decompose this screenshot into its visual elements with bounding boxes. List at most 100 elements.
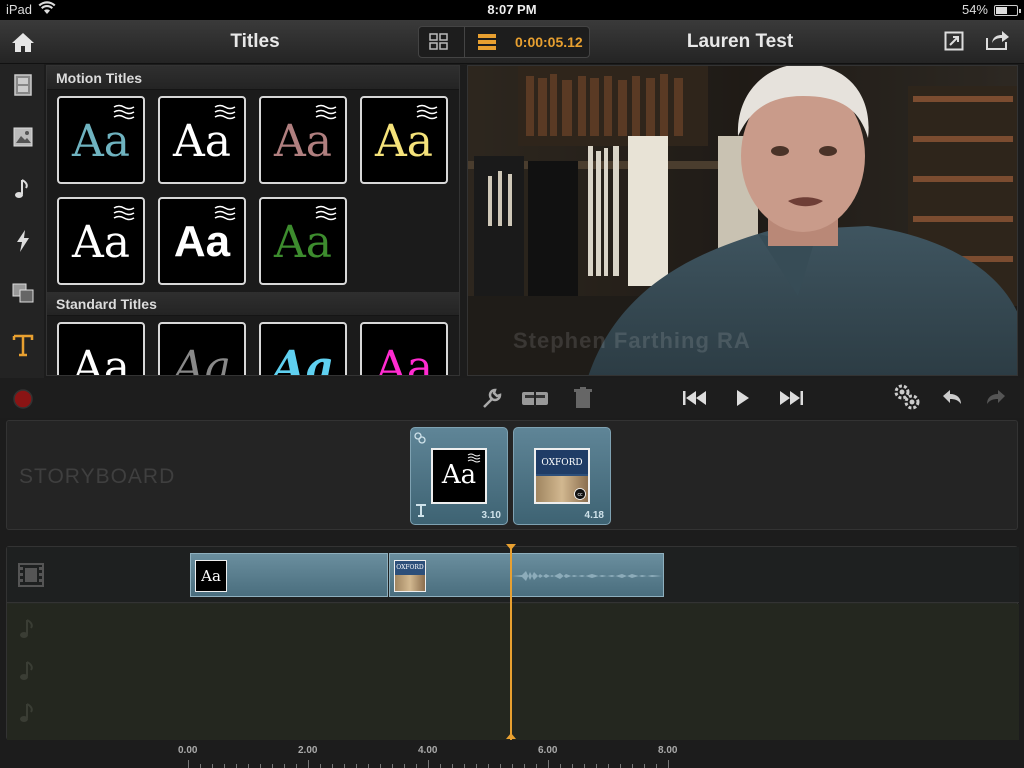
ruler-tick	[644, 764, 645, 768]
timeline-clip-photo[interactable]: OXFORD	[389, 553, 664, 597]
film-icon[interactable]	[10, 72, 36, 98]
panel-title: Titles	[230, 31, 280, 52]
ruler-tick	[404, 764, 405, 768]
music-icon[interactable]	[10, 176, 36, 202]
skip-forward-icon[interactable]	[776, 386, 806, 410]
storyboard: STORYBOARD Aa 3.10 OXFORD cc 4.18	[6, 420, 1018, 530]
motion-title-thumb[interactable]: Aa	[57, 197, 145, 285]
ruler-label: 4.00	[418, 745, 438, 756]
motion-title-thumb[interactable]: Aa	[259, 96, 347, 184]
play-icon[interactable]	[730, 386, 756, 410]
timeline-view-icon[interactable]	[478, 34, 496, 50]
ruler-tick	[548, 760, 549, 768]
ruler-tick	[656, 764, 657, 768]
clip-thumb-text: Aa	[441, 460, 477, 490]
ruler-tick	[200, 764, 201, 768]
motion-title-thumb[interactable]: Aa	[57, 96, 145, 184]
ruler-tick	[188, 760, 189, 768]
ruler-label: 0.00	[178, 745, 198, 756]
ruler-tick	[296, 764, 297, 768]
ruler-tick	[320, 764, 321, 768]
ruler-tick	[356, 764, 357, 768]
standard-title-thumb[interactable]: Aa	[360, 322, 448, 375]
ruler-tick	[284, 764, 285, 768]
share-icon[interactable]	[984, 29, 1010, 51]
transition-icon[interactable]	[10, 228, 36, 254]
motion-title-thumb[interactable]: Aa	[360, 96, 448, 184]
storyboard-label: STORYBOARD	[19, 465, 176, 488]
trash-icon[interactable]	[572, 386, 598, 410]
wrench-icon[interactable]	[480, 386, 506, 410]
photo-icon[interactable]	[10, 124, 36, 150]
ruler-tick	[428, 760, 429, 768]
ruler-tick	[596, 764, 597, 768]
grid-view-icon[interactable]	[429, 33, 449, 51]
ruler-tick	[668, 760, 669, 768]
standard-title-thumb[interactable]: Aa	[158, 322, 246, 376]
ruler-tick	[536, 764, 537, 768]
timeline: Aa OXFORD	[6, 546, 1019, 740]
settings-icon[interactable]	[892, 382, 922, 410]
title-sample-text: Aa	[172, 116, 231, 167]
ruler-tick	[560, 764, 561, 768]
undo-icon[interactable]	[940, 386, 966, 410]
view-switcher: 0:00:05.12	[418, 26, 590, 58]
title-sample-text: Aa	[71, 342, 130, 376]
ruler-tick	[260, 764, 261, 768]
motion-title-thumb[interactable]: Aa	[158, 96, 246, 184]
ruler-tick	[464, 764, 465, 768]
time-ruler: 0.00 2.00 4.00 6.00 8.00	[0, 742, 1024, 768]
video-preview[interactable]: Stephen Farthing RA	[467, 65, 1018, 376]
video-track-icon	[17, 561, 45, 594]
ruler-tick	[512, 764, 513, 768]
ruler-tick	[392, 764, 393, 768]
clip-duration: 3.10	[481, 510, 501, 521]
standard-title-thumb[interactable]: Aa	[259, 322, 347, 376]
ruler-tick	[476, 764, 477, 768]
video-track: Aa OXFORD	[7, 547, 1019, 603]
redo-icon[interactable]	[984, 386, 1010, 410]
pip-icon[interactable]	[10, 280, 36, 306]
clip-thumbnail: Aa	[195, 560, 227, 592]
title-sample-text: Aa	[173, 217, 231, 266]
skip-back-icon[interactable]	[680, 386, 710, 410]
title-sample-text: Aa	[172, 342, 231, 376]
motion-titles-header: Motion Titles	[47, 66, 459, 90]
motion-title-thumb[interactable]: Aa	[158, 197, 246, 285]
ruler-tick	[224, 764, 225, 768]
clip-settings-icon[interactable]	[414, 431, 426, 449]
clip-thumbnail: Aa	[431, 448, 487, 504]
timecode-display: 0:00:05.12	[515, 34, 583, 50]
fullscreen-icon[interactable]	[944, 31, 964, 51]
title-sample-text: Aa	[271, 342, 335, 376]
project-name: Lauren Test	[686, 31, 794, 52]
storyboard-clip-title[interactable]: Aa 3.10	[410, 427, 508, 525]
split-clip-icon[interactable]	[520, 386, 550, 410]
ruler-tick	[308, 760, 309, 768]
ruler-tick	[584, 764, 585, 768]
title-icon[interactable]	[10, 332, 36, 358]
ruler-label: 6.00	[538, 745, 558, 756]
title-sample-text: Aa	[71, 217, 130, 268]
playhead-handle-bottom[interactable]	[506, 733, 516, 739]
standard-title-thumb[interactable]: Aa	[57, 322, 145, 376]
timeline-clip-title[interactable]: Aa	[190, 553, 388, 597]
home-icon[interactable]	[10, 30, 36, 54]
svg-text:cc: cc	[578, 492, 584, 498]
ruler-tick	[524, 764, 525, 768]
music-track-icon	[17, 660, 37, 687]
clip-thumb-text: OXFORD	[541, 458, 583, 468]
titles-browser: Motion Titles Aa Aa Aa Aa Aa Aa Aa Standard Ti…	[46, 65, 460, 376]
ruler-tick	[332, 764, 333, 768]
motion-title-thumb[interactable]: Aa	[259, 197, 347, 285]
battery-percent: 54%	[961, 2, 988, 17]
ruler-tick	[500, 764, 501, 768]
storyboard-clip-photo[interactable]: OXFORD cc 4.18	[513, 427, 611, 525]
ruler-tick	[572, 764, 573, 768]
title-sample-text: Aa	[273, 217, 332, 268]
playhead[interactable]	[510, 546, 512, 740]
playhead-handle-top[interactable]	[506, 544, 516, 550]
audio-waveform	[512, 571, 662, 581]
record-button[interactable]	[12, 388, 38, 412]
clip-thumb-text: OXFORD	[396, 564, 424, 571]
